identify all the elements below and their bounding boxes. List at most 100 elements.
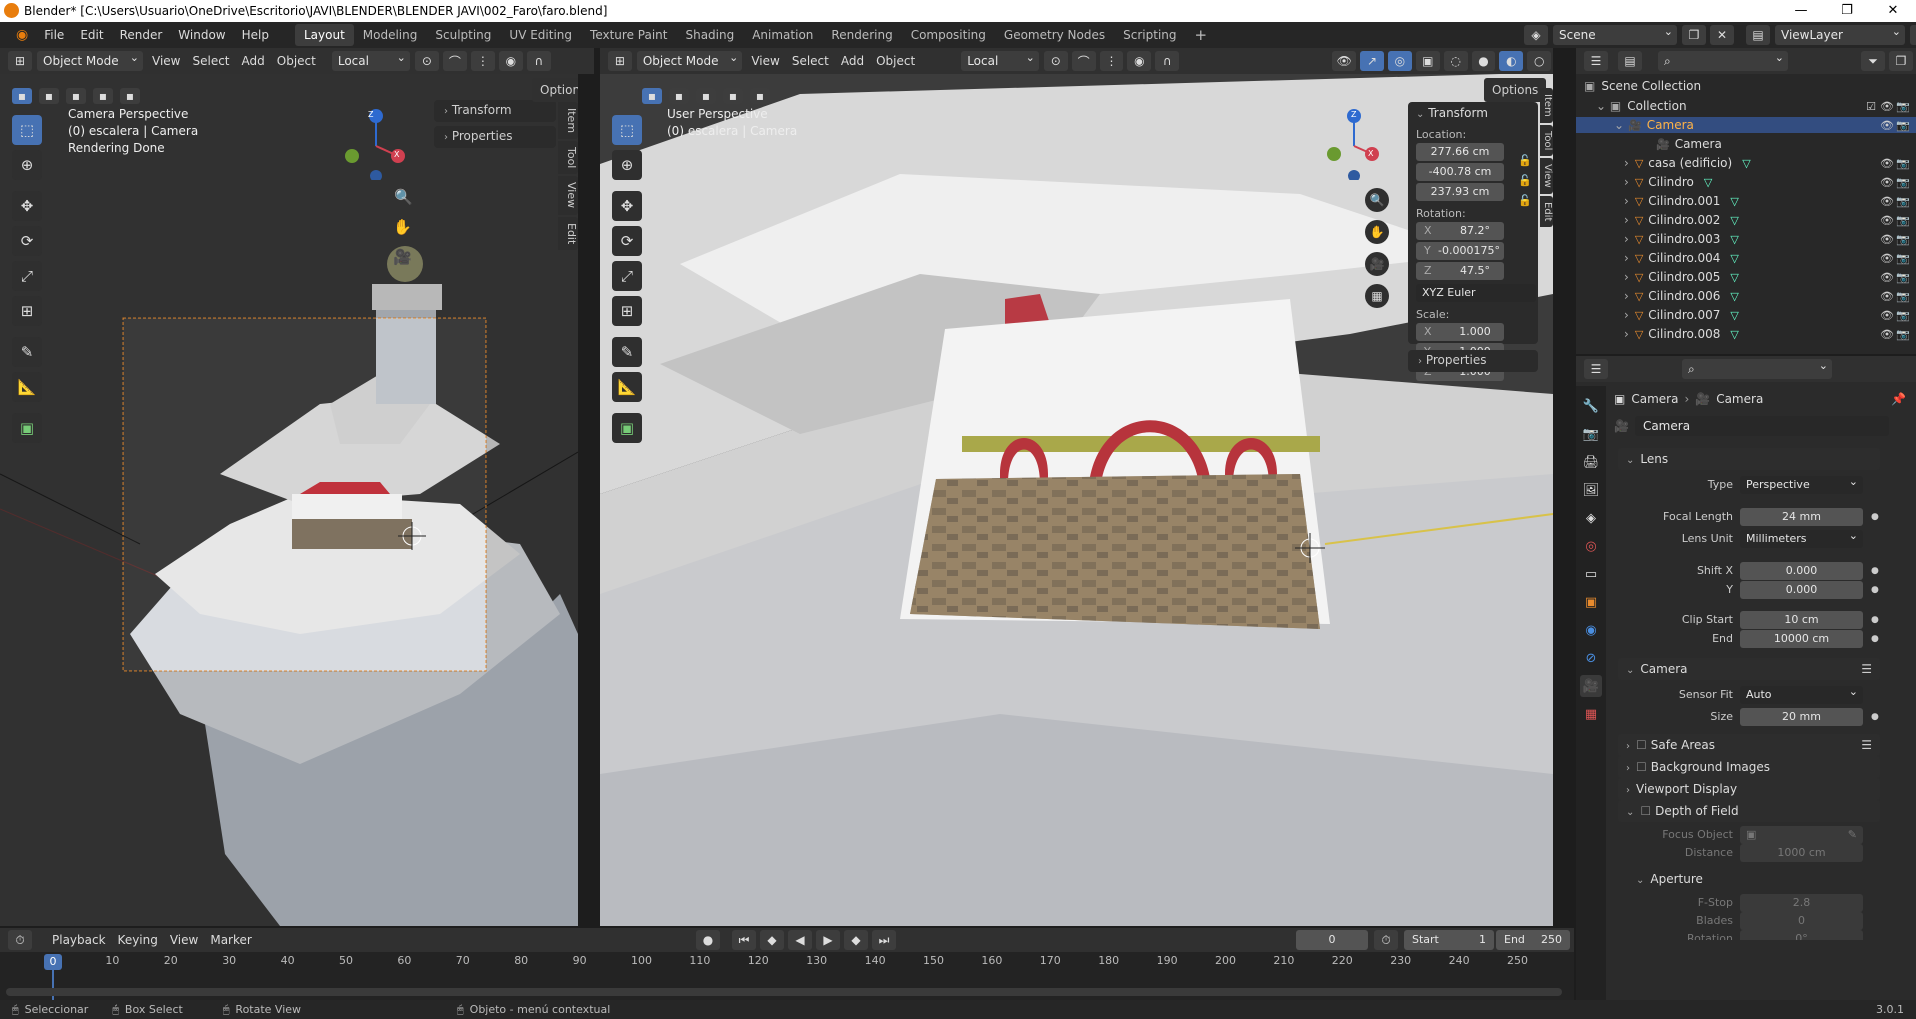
- rotation-x-field[interactable]: X 87.2°: [1416, 222, 1504, 240]
- right-menu-object[interactable]: Object: [870, 51, 921, 71]
- delete-scene-icon[interactable]: ✕: [1710, 25, 1734, 45]
- right-rotate-icon[interactable]: ⟳: [612, 226, 642, 256]
- clip-end-field[interactable]: 10000 cm: [1740, 630, 1863, 648]
- focal-keyframe-dot[interactable]: ●: [1871, 508, 1879, 526]
- left-tab-edit[interactable]: Edit: [558, 216, 578, 250]
- collection-tab-icon[interactable]: ▭: [1580, 563, 1602, 585]
- object-tab-icon[interactable]: ▣: [1580, 591, 1602, 613]
- record-icon[interactable]: ●: [696, 930, 720, 950]
- collection-check-icon[interactable]: ☑: [1866, 100, 1876, 113]
- outliner-filter-icon[interactable]: ⏷: [1861, 51, 1885, 71]
- pivot-icon[interactable]: ⊙: [414, 51, 439, 71]
- right-select-intersect-icon[interactable]: ▪: [750, 88, 770, 104]
- cilindro-005-eye-icon[interactable]: 👁: [1880, 271, 1894, 284]
- close-button[interactable]: ✕: [1870, 0, 1916, 22]
- aperture-rotation-field[interactable]: 0°: [1740, 930, 1863, 940]
- right-snap-target-icon[interactable]: ⋮: [1099, 51, 1124, 71]
- outliner-item-casa[interactable]: › ▽ casa (edificio) ▽ 👁 📷: [1576, 155, 1916, 171]
- shift-x-keyframe-dot[interactable]: ●: [1871, 562, 1879, 580]
- scene-selector[interactable]: Scene: [1553, 22, 1677, 45]
- right-transform-icon[interactable]: ⊞: [612, 296, 642, 326]
- constraints-tab-icon[interactable]: ⊘: [1580, 647, 1602, 669]
- right-pivot-icon[interactable]: ⊙: [1043, 51, 1068, 71]
- left-tab-view[interactable]: View: [558, 176, 578, 215]
- casa-eye-icon[interactable]: 👁: [1880, 157, 1894, 170]
- safe-areas-presets-icon[interactable]: ☰: [1861, 734, 1872, 756]
- background-images-section[interactable]: › ☐ Background Images: [1618, 756, 1880, 778]
- rotation-z-field[interactable]: Z 47.5°: [1416, 262, 1504, 280]
- scene-icon[interactable]: ◈: [1524, 25, 1548, 45]
- xray-icon[interactable]: ▣: [1415, 51, 1440, 71]
- tab-sculpting[interactable]: Sculpting: [426, 24, 500, 46]
- outliner-item-cilindro-004[interactable]: › ▽ Cilindro.004 ▽ 👁 📷: [1576, 250, 1916, 266]
- play-reverse-icon[interactable]: ◀: [788, 930, 812, 950]
- outliner-item-cilindro-002[interactable]: › ▽ Cilindro.002 ▽ 👁 📷: [1576, 212, 1916, 228]
- viewport-display-section[interactable]: › Viewport Display: [1618, 778, 1880, 800]
- cilindro-006-render-icon[interactable]: 📷: [1896, 290, 1910, 303]
- shading-wire-icon[interactable]: ◌: [1443, 51, 1468, 71]
- left-tab-tool[interactable]: Tool: [558, 141, 578, 175]
- location-z-field[interactable]: 237.93 cm: [1416, 183, 1504, 201]
- right-menu-add[interactable]: Add: [835, 51, 870, 71]
- select-invert-icon[interactable]: ▪: [93, 88, 113, 104]
- tab-modeling[interactable]: Modeling: [354, 24, 427, 46]
- annotate-icon[interactable]: ✎: [12, 337, 42, 367]
- timeline-scrollbar[interactable]: [6, 988, 1562, 996]
- clip-start-keyframe-dot[interactable]: ●: [1871, 611, 1879, 629]
- blades-field[interactable]: 0: [1740, 912, 1863, 930]
- camera-data-tab-icon[interactable]: 🎥: [1580, 675, 1602, 697]
- camera-eye-icon[interactable]: 👁: [1880, 119, 1894, 132]
- snap-icon[interactable]: ⌒: [442, 51, 467, 71]
- lock-location-y-icon[interactable]: 🔓: [1518, 174, 1532, 187]
- tab-compositing[interactable]: Compositing: [902, 24, 995, 46]
- outliner-item-camera[interactable]: ⌄ 🎥 Camera 👁 📷: [1576, 117, 1916, 133]
- right-tab-tool[interactable]: Tool: [1540, 124, 1553, 157]
- right-cursor-icon[interactable]: ⊕: [612, 150, 642, 180]
- left-navigation-gizmo[interactable]: [340, 108, 412, 180]
- right-zoom-icon[interactable]: 🔍: [1365, 188, 1389, 212]
- datablock-camera-icon[interactable]: 🎥: [1614, 419, 1629, 433]
- cilindro-005-render-icon[interactable]: 📷: [1896, 271, 1910, 284]
- add-workspace-button[interactable]: +: [1186, 24, 1217, 46]
- right-annotate-icon[interactable]: ✎: [612, 337, 642, 367]
- outliner-search-input[interactable]: ⌕: [1658, 48, 1788, 71]
- menu-render[interactable]: Render: [112, 22, 171, 48]
- outliner-item-cilindro-003[interactable]: › ▽ Cilindro.003 ▽ 👁 📷: [1576, 231, 1916, 247]
- cilindro-002-eye-icon[interactable]: 👁: [1880, 214, 1894, 227]
- visibility-icon[interactable]: 👁: [1332, 51, 1357, 71]
- left-menu-add[interactable]: Add: [236, 51, 271, 71]
- cilindro-001-render-icon[interactable]: 📷: [1896, 195, 1910, 208]
- outliner-item-cilindro-007[interactable]: › ▽ Cilindro.007 ▽ 👁 📷: [1576, 307, 1916, 323]
- left-menu-view[interactable]: View: [146, 51, 186, 71]
- rotation-y-field[interactable]: Y -0.000175°: [1416, 242, 1504, 260]
- minimize-button[interactable]: —: [1778, 0, 1824, 22]
- right-camera-icon[interactable]: 🎥: [1365, 252, 1389, 276]
- camera-render-icon[interactable]: 📷: [1896, 119, 1910, 132]
- camera-section-header[interactable]: ⌄ Camera ☰: [1618, 658, 1880, 680]
- tab-uv-editing[interactable]: UV Editing: [500, 24, 581, 46]
- right-options-button[interactable]: Options: [1484, 78, 1547, 102]
- focus-object-field[interactable]: ▣ ✎: [1740, 826, 1863, 844]
- menu-file[interactable]: File: [36, 22, 72, 48]
- right-tab-view[interactable]: View: [1540, 158, 1553, 194]
- prev-keyframe-icon[interactable]: ◆: [760, 930, 784, 950]
- left-tab-item[interactable]: Item: [558, 102, 578, 140]
- current-frame-field[interactable]: 0: [1296, 930, 1368, 950]
- properties-editor-icon[interactable]: ☰: [1584, 359, 1608, 379]
- right-select-extend-icon[interactable]: ▪: [669, 88, 689, 104]
- tool-tab-icon[interactable]: 🔧: [1580, 395, 1602, 417]
- playhead[interactable]: 0: [44, 954, 62, 970]
- right-select-subtract-icon[interactable]: ▪: [696, 88, 716, 104]
- properties-search-input[interactable]: ⌕: [1682, 356, 1832, 379]
- safe-areas-section[interactable]: › ☐ Safe Areas ☰: [1618, 734, 1880, 756]
- location-x-field[interactable]: 277.66 cm: [1416, 143, 1504, 161]
- rotation-mode-selector[interactable]: XYZ Euler: [1416, 284, 1536, 302]
- outliner-scene-collection[interactable]: ▣ Scene Collection: [1576, 78, 1916, 94]
- outliner-item-cilindro-001[interactable]: › ▽ Cilindro.001 ▽ 👁 📷: [1576, 193, 1916, 209]
- shift-y-keyframe-dot[interactable]: ●: [1871, 581, 1879, 599]
- new-scene-icon[interactable]: ❐: [1682, 25, 1706, 45]
- right-select-invert-icon[interactable]: ▪: [723, 88, 743, 104]
- left-orientation-selector[interactable]: Local: [331, 48, 410, 71]
- timeline-menu-keying[interactable]: Keying: [112, 930, 164, 950]
- right-3d-view[interactable]: ▪ ▪ ▪ ▪ ▪ ⬚ ⊕ ✥ ⟳ ⤢ ⊞ ✎ 📐 ▣ User Perspec…: [600, 74, 1553, 926]
